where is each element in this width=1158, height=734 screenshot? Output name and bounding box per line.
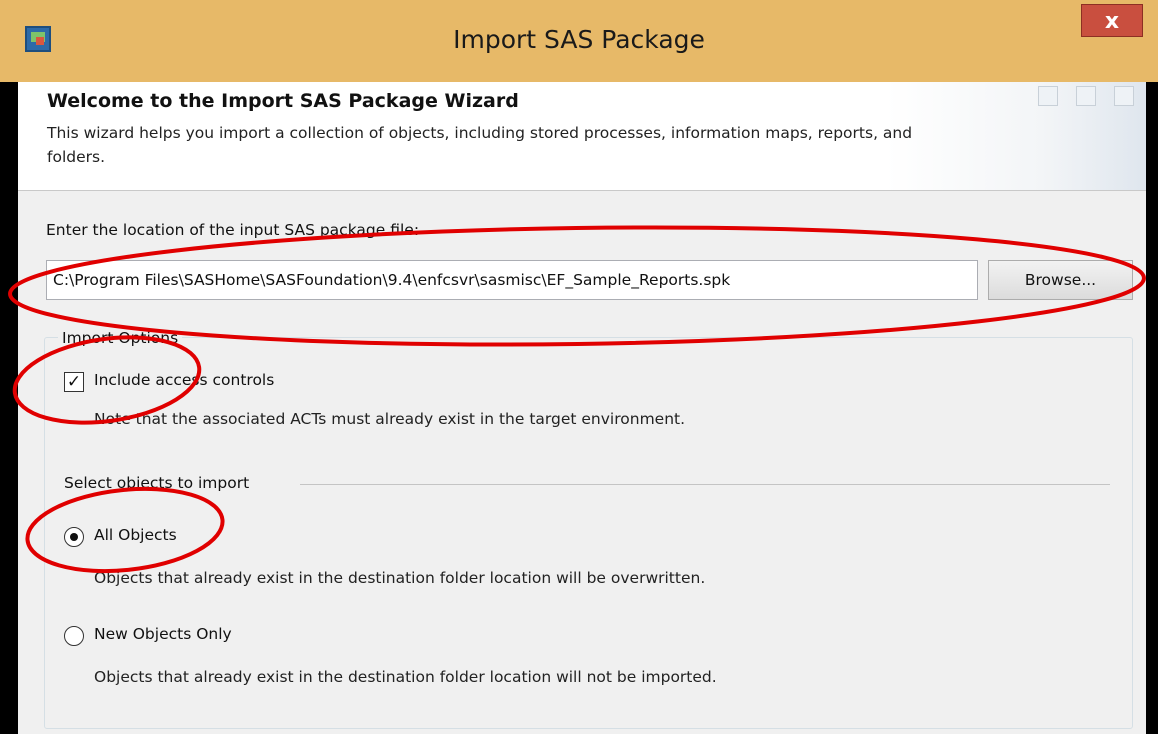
decoration-square-icon	[1076, 86, 1096, 106]
new-objects-only-description: Objects that already exist in the destin…	[94, 668, 717, 686]
package-path-input[interactable]: C:\Program Files\SASHome\SASFoundation\9…	[46, 260, 978, 300]
close-button[interactable]: x	[1081, 4, 1143, 37]
decoration-square-icon	[1038, 86, 1058, 106]
separator-line	[300, 484, 1110, 485]
all-objects-radio[interactable]	[64, 527, 84, 547]
location-label: Enter the location of the input SAS pack…	[46, 221, 420, 239]
decoration-square-icon	[1114, 86, 1134, 106]
wizard-header: Welcome to the Import SAS Package Wizard…	[18, 82, 1146, 190]
access-controls-note: Note that the associated ACTs must alrea…	[94, 410, 686, 428]
import-options-label: Import Options	[58, 329, 183, 347]
all-objects-description: Objects that already exist in the destin…	[94, 569, 706, 587]
select-objects-label: Select objects to import	[64, 474, 250, 492]
import-sas-package-window: Import SAS Package x Welcome to the Impo…	[0, 0, 1158, 734]
wizard-description: This wizard helps you import a collectio…	[47, 124, 913, 166]
new-objects-only-radio[interactable]	[64, 626, 84, 646]
all-objects-label[interactable]: All Objects	[94, 526, 177, 544]
browse-button[interactable]: Browse...	[988, 260, 1133, 300]
include-access-controls-label[interactable]: Include access controls	[94, 371, 274, 389]
window-title: Import SAS Package	[453, 25, 705, 54]
include-access-controls-checkbox[interactable]: ✓	[64, 372, 84, 392]
new-objects-only-label[interactable]: New Objects Only	[94, 625, 232, 643]
wizard-title: Welcome to the Import SAS Package Wizard	[47, 90, 519, 112]
title-bar: Import SAS Package x	[0, 0, 1158, 82]
wizard-body: Enter the location of the input SAS pack…	[18, 190, 1146, 734]
